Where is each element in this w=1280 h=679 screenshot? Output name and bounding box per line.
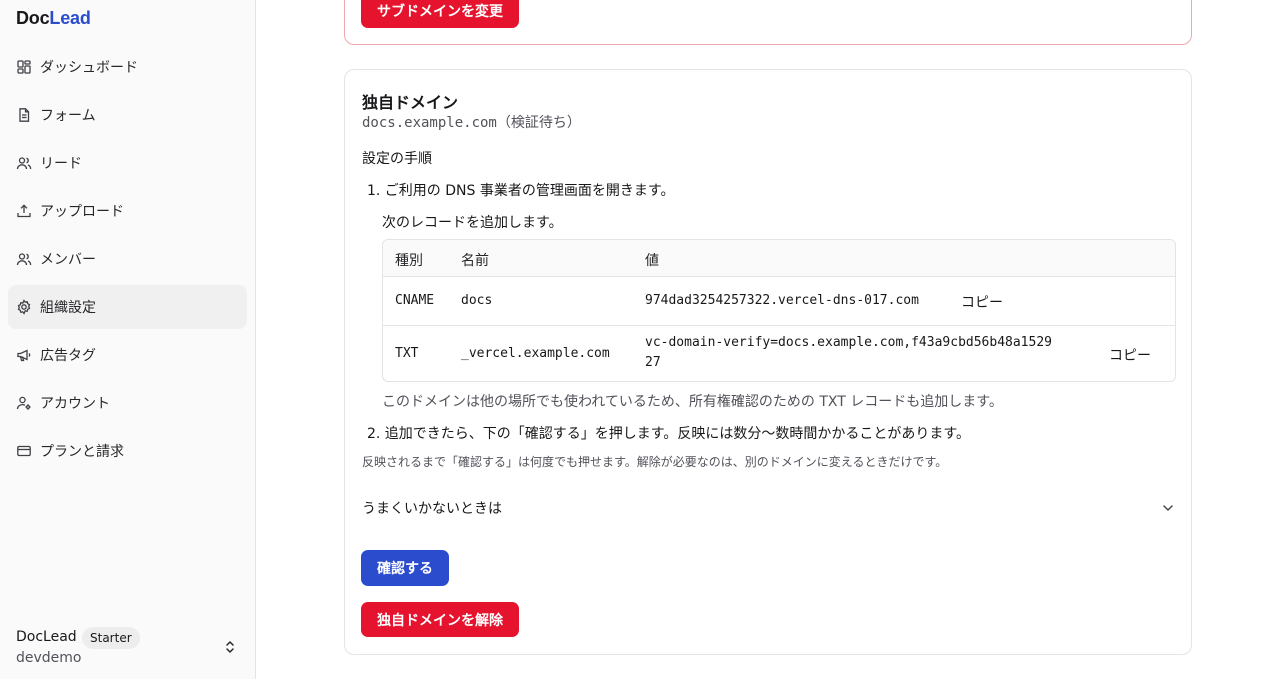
subdomain-card: サブドメインを変更 (344, 0, 1192, 45)
credit-card-icon (16, 443, 32, 459)
logo-text-doc: Doc (16, 8, 50, 28)
card-title: 独自ドメイン (362, 93, 459, 112)
sidebar-item-label: リード (40, 156, 82, 172)
change-subdomain-button[interactable]: サブドメインを変更 (361, 0, 519, 28)
sidebar-item-label: アップロード (40, 204, 124, 220)
record-value: 974dad3254257322.vercel-dns-017.com (645, 293, 919, 308)
domain-status: docs.example.com（検証待ち） (362, 112, 581, 132)
record-type: TXT (395, 346, 419, 361)
org-slug: devdemo (16, 650, 82, 666)
sidebar-item-leads[interactable]: リード (8, 141, 247, 185)
megaphone-icon (16, 347, 32, 363)
sidebar: DocLead ダッシュボード フォーム リード アップロード メンバー 組織設… (0, 0, 256, 679)
steps-title: 設定の手順 (362, 151, 432, 167)
sidebar-item-label: フォーム (40, 108, 96, 124)
org-name: DocLead (16, 629, 77, 645)
chevron-down-icon (1163, 505, 1173, 511)
header-value: 値 (645, 253, 659, 269)
step-1-sub: 次のレコードを追加します。 (382, 215, 563, 231)
record-type: CNAME (395, 293, 435, 308)
txt-note: このドメインは他の場所でも使われているため、所有権確認のための TXT レコード… (382, 394, 1003, 410)
troubleshoot-accordion[interactable]: うまくいかないときは (362, 498, 1175, 518)
sidebar-item-label: 組織設定 (40, 300, 96, 316)
org-switcher[interactable]: DocLead Starter devdemo (16, 627, 248, 671)
domain-name: docs.example.com (362, 115, 497, 131)
retry-note: 反映されるまで「確認する」は何度でも押せます。解除が必要なのは、別のドメインに変… (362, 455, 948, 469)
plan-badge: Starter (82, 627, 140, 649)
sidebar-item-label: 広告タグ (40, 348, 96, 364)
table-row: CNAME docs 974dad3254257322.vercel-dns-0… (383, 277, 1175, 326)
dns-records-table: 種別 名前 値 CNAME docs 974dad3254257322.verc… (382, 239, 1176, 382)
record-name: docs (461, 293, 493, 308)
copy-button[interactable]: コピー (961, 292, 1003, 312)
app-logo[interactable]: DocLead (16, 8, 91, 29)
copy-button[interactable]: コピー (1109, 345, 1151, 365)
table-header: 種別 名前 値 (383, 240, 1175, 277)
sidebar-item-forms[interactable]: フォーム (8, 93, 247, 137)
file-icon (16, 107, 32, 123)
step-2: 2. 追加できたら、下の「確認する」を押します。反映には数分〜数時間かかることが… (367, 426, 971, 442)
gear-icon (16, 299, 32, 315)
custom-domain-card: 独自ドメイン docs.example.com（検証待ち） 設定の手順 1. ご… (344, 69, 1192, 655)
users-icon (16, 251, 32, 267)
chevrons-up-down-icon (226, 641, 234, 653)
sidebar-item-billing[interactable]: プランと請求 (8, 429, 247, 473)
sidebar-item-members[interactable]: メンバー (8, 237, 247, 281)
sidebar-item-label: プランと請求 (40, 444, 124, 460)
header-name: 名前 (461, 253, 489, 269)
sidebar-item-account[interactable]: アカウント (8, 381, 247, 425)
user-gear-icon (16, 395, 32, 411)
sidebar-item-dashboard[interactable]: ダッシュボード (8, 45, 247, 89)
table-row: TXT _vercel.example.com vc-domain-verify… (383, 326, 1175, 381)
sidebar-item-label: ダッシュボード (40, 60, 138, 76)
troubleshoot-label: うまくいかないときは (362, 501, 502, 517)
record-name: _vercel.example.com (461, 346, 610, 361)
sidebar-item-ad-tags[interactable]: 広告タグ (8, 333, 247, 377)
sidebar-item-upload[interactable]: アップロード (8, 189, 247, 233)
header-type: 種別 (395, 253, 423, 269)
users-icon (16, 155, 32, 171)
verification-status: （検証待ち） (496, 115, 581, 131)
sidebar-item-org-settings[interactable]: 組織設定 (8, 285, 247, 329)
logo-text-lead: Lead (49, 8, 91, 28)
upload-icon (16, 203, 32, 219)
dashboard-icon (16, 59, 32, 75)
record-value-line-2: 27 (645, 355, 661, 370)
sidebar-item-label: メンバー (40, 252, 96, 268)
sidebar-item-label: アカウント (40, 396, 110, 412)
step-1: 1. ご利用の DNS 事業者の管理画面を開きます。 (367, 183, 675, 199)
verify-button[interactable]: 確認する (361, 550, 449, 586)
remove-custom-domain-button[interactable]: 独自ドメインを解除 (361, 602, 519, 637)
record-value-line-1: vc-domain-verify=docs.example.com,f43a9c… (645, 335, 1052, 350)
